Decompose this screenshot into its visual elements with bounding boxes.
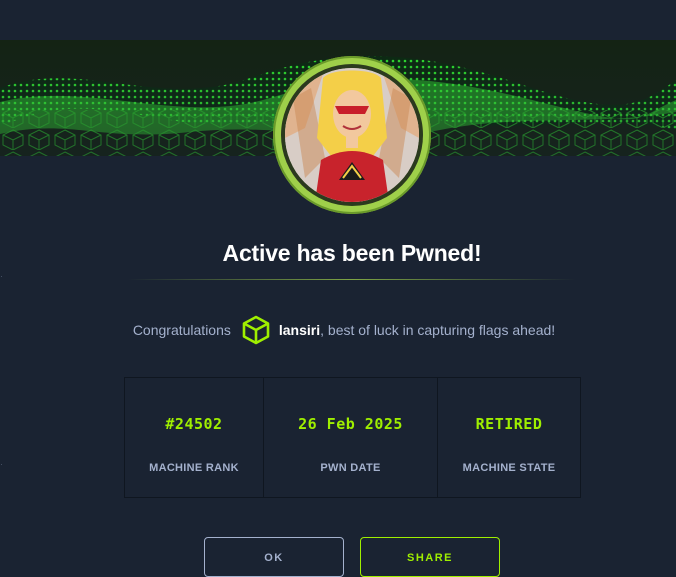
modal-title: Active has been Pwned! [222, 240, 482, 266]
username-link[interactable]: lansiri [279, 322, 320, 338]
stat-machine-rank: #24502 MACHINE RANK [125, 378, 264, 497]
stat-pwn-date: 26 Feb 2025 PWN DATE [264, 378, 438, 497]
title-divider [128, 279, 576, 280]
stat-machine-state: RETIRED MACHINE STATE [438, 378, 580, 497]
congrats-message: Congratulations lansiri , best of luck i… [0, 314, 676, 346]
pwn-date-value: 26 Feb 2025 [298, 415, 403, 433]
machine-avatar-icon [285, 68, 419, 202]
hexagon-cube-icon [240, 314, 272, 346]
machine-avatar [273, 56, 431, 214]
pwned-modal: Active has been Pwned! Congratulations l… [0, 0, 676, 577]
machine-rank-label: MACHINE RANK [149, 462, 239, 474]
share-button[interactable]: SHARE [360, 537, 500, 577]
left-edge-marker: · [0, 459, 3, 469]
congrats-suffix: , best of luck in capturing flags ahead! [320, 322, 556, 338]
left-edge-marker: · [0, 271, 3, 281]
machine-state-value: RETIRED [475, 415, 543, 433]
stats-panel: #24502 MACHINE RANK 26 Feb 2025 PWN DATE… [124, 377, 581, 498]
pwn-date-label: PWN DATE [320, 462, 381, 474]
ok-button[interactable]: OK [204, 537, 344, 577]
congrats-prefix: Congratulations [132, 322, 231, 338]
machine-state-label: MACHINE STATE [462, 462, 556, 474]
machine-rank-value: #24502 [165, 415, 223, 433]
